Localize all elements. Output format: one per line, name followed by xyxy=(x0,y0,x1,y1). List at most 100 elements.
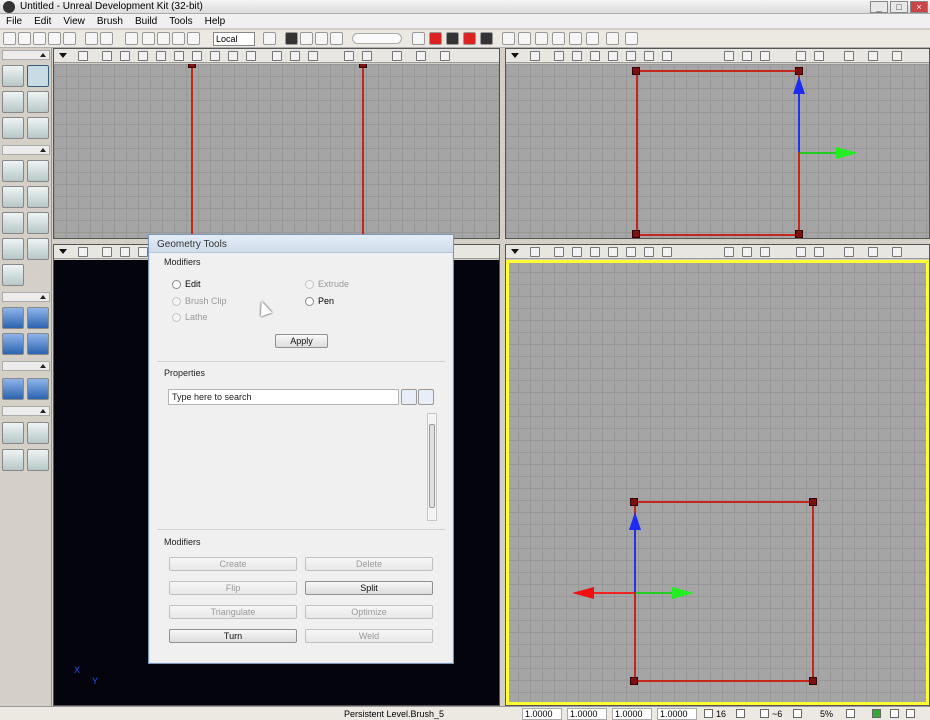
brush-vertex[interactable] xyxy=(630,498,638,506)
undo-icon[interactable] xyxy=(85,32,98,45)
gizmo-z-axis[interactable] xyxy=(634,530,636,592)
scale-nonuniform-icon[interactable] xyxy=(187,32,200,45)
view-front-icon[interactable] xyxy=(138,247,148,257)
camera-speed-icon[interactable] xyxy=(796,51,806,61)
mode-brush-clip-radio[interactable]: Brush Clip xyxy=(172,296,227,306)
float-viewport-icon[interactable] xyxy=(868,247,878,257)
gizmo-z-axis[interactable] xyxy=(798,92,800,152)
status-checkbox-b[interactable] xyxy=(906,709,915,718)
optimize-button[interactable]: Optimize xyxy=(305,605,433,619)
lock-viewport-icon[interactable] xyxy=(78,247,88,257)
geometry-mode-icon[interactable] xyxy=(27,65,49,87)
scale-icon-s[interactable] xyxy=(814,51,824,61)
maximize-icon[interactable] xyxy=(892,247,902,257)
content-browser-icon[interactable] xyxy=(300,32,313,45)
gizmo-y-axis[interactable] xyxy=(800,152,840,154)
search-icon[interactable] xyxy=(401,389,417,405)
cylinder-brush-icon[interactable] xyxy=(27,186,49,208)
toggle-icon-a[interactable] xyxy=(569,32,582,45)
rotation-snap-checkbox[interactable] xyxy=(760,709,769,718)
rotation-snap-value[interactable]: ~6 xyxy=(770,708,784,720)
terrain-icon[interactable] xyxy=(315,32,328,45)
sphere-brush-icon[interactable] xyxy=(27,238,49,260)
viewport-bottom-right[interactable] xyxy=(505,244,930,706)
binoculars-icon[interactable] xyxy=(263,32,276,45)
new-icon[interactable] xyxy=(3,32,16,45)
add-special-brush-icon[interactable] xyxy=(27,378,49,400)
sheet-brush-icon[interactable] xyxy=(27,212,49,234)
menu-view[interactable]: View xyxy=(63,16,85,27)
translate-icon[interactable] xyxy=(142,32,155,45)
minimize-button[interactable]: _ xyxy=(870,1,888,13)
scale-x-field[interactable]: 1.0000 xyxy=(522,708,562,720)
csg-intersect-icon[interactable] xyxy=(2,333,24,355)
viewport-canvas[interactable] xyxy=(54,64,499,238)
clear-search-icon[interactable] xyxy=(418,389,434,405)
kismet-icon[interactable] xyxy=(285,32,298,45)
menu-brush[interactable]: Brush xyxy=(97,16,123,27)
view-front-icon[interactable] xyxy=(138,51,148,61)
split-button[interactable]: Split xyxy=(305,581,433,595)
unlit-icon[interactable] xyxy=(662,247,672,257)
viewport-canvas-active[interactable] xyxy=(506,260,929,705)
lighting-only-icon[interactable] xyxy=(246,51,256,61)
gizmo-z-arrow-icon[interactable] xyxy=(793,76,805,94)
turn-button[interactable]: Turn xyxy=(169,629,297,643)
view-perspective-icon[interactable] xyxy=(102,247,112,257)
radio-dot[interactable] xyxy=(305,296,314,306)
mode-edit-radio[interactable]: Edit xyxy=(172,279,201,289)
lock-viewport-icon[interactable] xyxy=(530,247,540,257)
viewport-menu-dropdown-icon[interactable] xyxy=(511,53,519,58)
grid-icon[interactable] xyxy=(412,32,425,45)
realtime-preview-icon[interactable] xyxy=(742,247,752,257)
brush-vertex[interactable] xyxy=(632,230,640,238)
lit-icon[interactable] xyxy=(228,51,238,61)
game-view-icon[interactable] xyxy=(724,51,734,61)
maximize-icon[interactable] xyxy=(440,51,450,61)
view-perspective-icon[interactable] xyxy=(554,51,564,61)
csg-deintersect-icon[interactable] xyxy=(27,333,49,355)
viewport-menu-dropdown-icon[interactable] xyxy=(511,249,519,254)
viewport-top-right[interactable] xyxy=(505,48,930,239)
view-top-icon[interactable] xyxy=(572,247,582,257)
viewport-menu-dropdown-icon[interactable] xyxy=(59,249,67,254)
view-front-icon[interactable] xyxy=(590,51,600,61)
terrain-edit-icon[interactable] xyxy=(2,91,24,113)
mode-pen-radio[interactable]: Pen xyxy=(305,296,334,306)
hide-selected-icon[interactable] xyxy=(27,422,49,444)
csg-subtract-icon[interactable] xyxy=(27,307,49,329)
brushes-collapse-header[interactable] xyxy=(2,145,50,155)
wireframe-icon[interactable] xyxy=(644,247,654,257)
grid-size-value[interactable]: 16 xyxy=(714,708,728,720)
spiral-stairs-brush-icon[interactable] xyxy=(2,238,24,260)
radio-dot[interactable] xyxy=(172,296,181,306)
scrollbar-thumb[interactable] xyxy=(429,424,435,508)
viewport-top-left[interactable] xyxy=(53,48,500,239)
triangulate-button[interactable]: Triangulate xyxy=(169,605,297,619)
view-perspective-icon[interactable] xyxy=(554,247,564,257)
brush-vertex[interactable] xyxy=(359,64,367,68)
radio-dot[interactable] xyxy=(305,279,314,289)
view-perspective-icon[interactable] xyxy=(102,51,112,61)
lock-viewport-icon[interactable] xyxy=(530,51,540,61)
rotate-icon[interactable] xyxy=(157,32,170,45)
volumes-collapse-header[interactable] xyxy=(2,361,50,371)
view-front-icon[interactable] xyxy=(590,247,600,257)
show-flags-icon[interactable] xyxy=(760,51,770,61)
zoom-value[interactable]: 5% xyxy=(818,708,835,720)
brush-wireframe-icon[interactable] xyxy=(626,247,636,257)
csg-collapse-header[interactable] xyxy=(2,292,50,302)
flip-button[interactable]: Flip xyxy=(169,581,297,595)
zoom-toggle-checkbox[interactable] xyxy=(846,709,855,718)
build-paths-icon[interactable] xyxy=(446,32,459,45)
autosave-icon[interactable] xyxy=(872,709,881,718)
brush-slider[interactable] xyxy=(352,33,402,44)
volumetric-brush-icon[interactable] xyxy=(2,264,24,286)
scale-icon-s[interactable] xyxy=(814,247,824,257)
wireframe-icon[interactable] xyxy=(192,51,202,61)
invert-selection-icon[interactable] xyxy=(2,449,24,471)
gizmo-x-axis[interactable] xyxy=(592,592,634,594)
mesh-paint-icon[interactable] xyxy=(27,117,49,139)
brush-vertex[interactable] xyxy=(632,67,640,75)
weld-button[interactable]: Weld xyxy=(305,629,433,643)
